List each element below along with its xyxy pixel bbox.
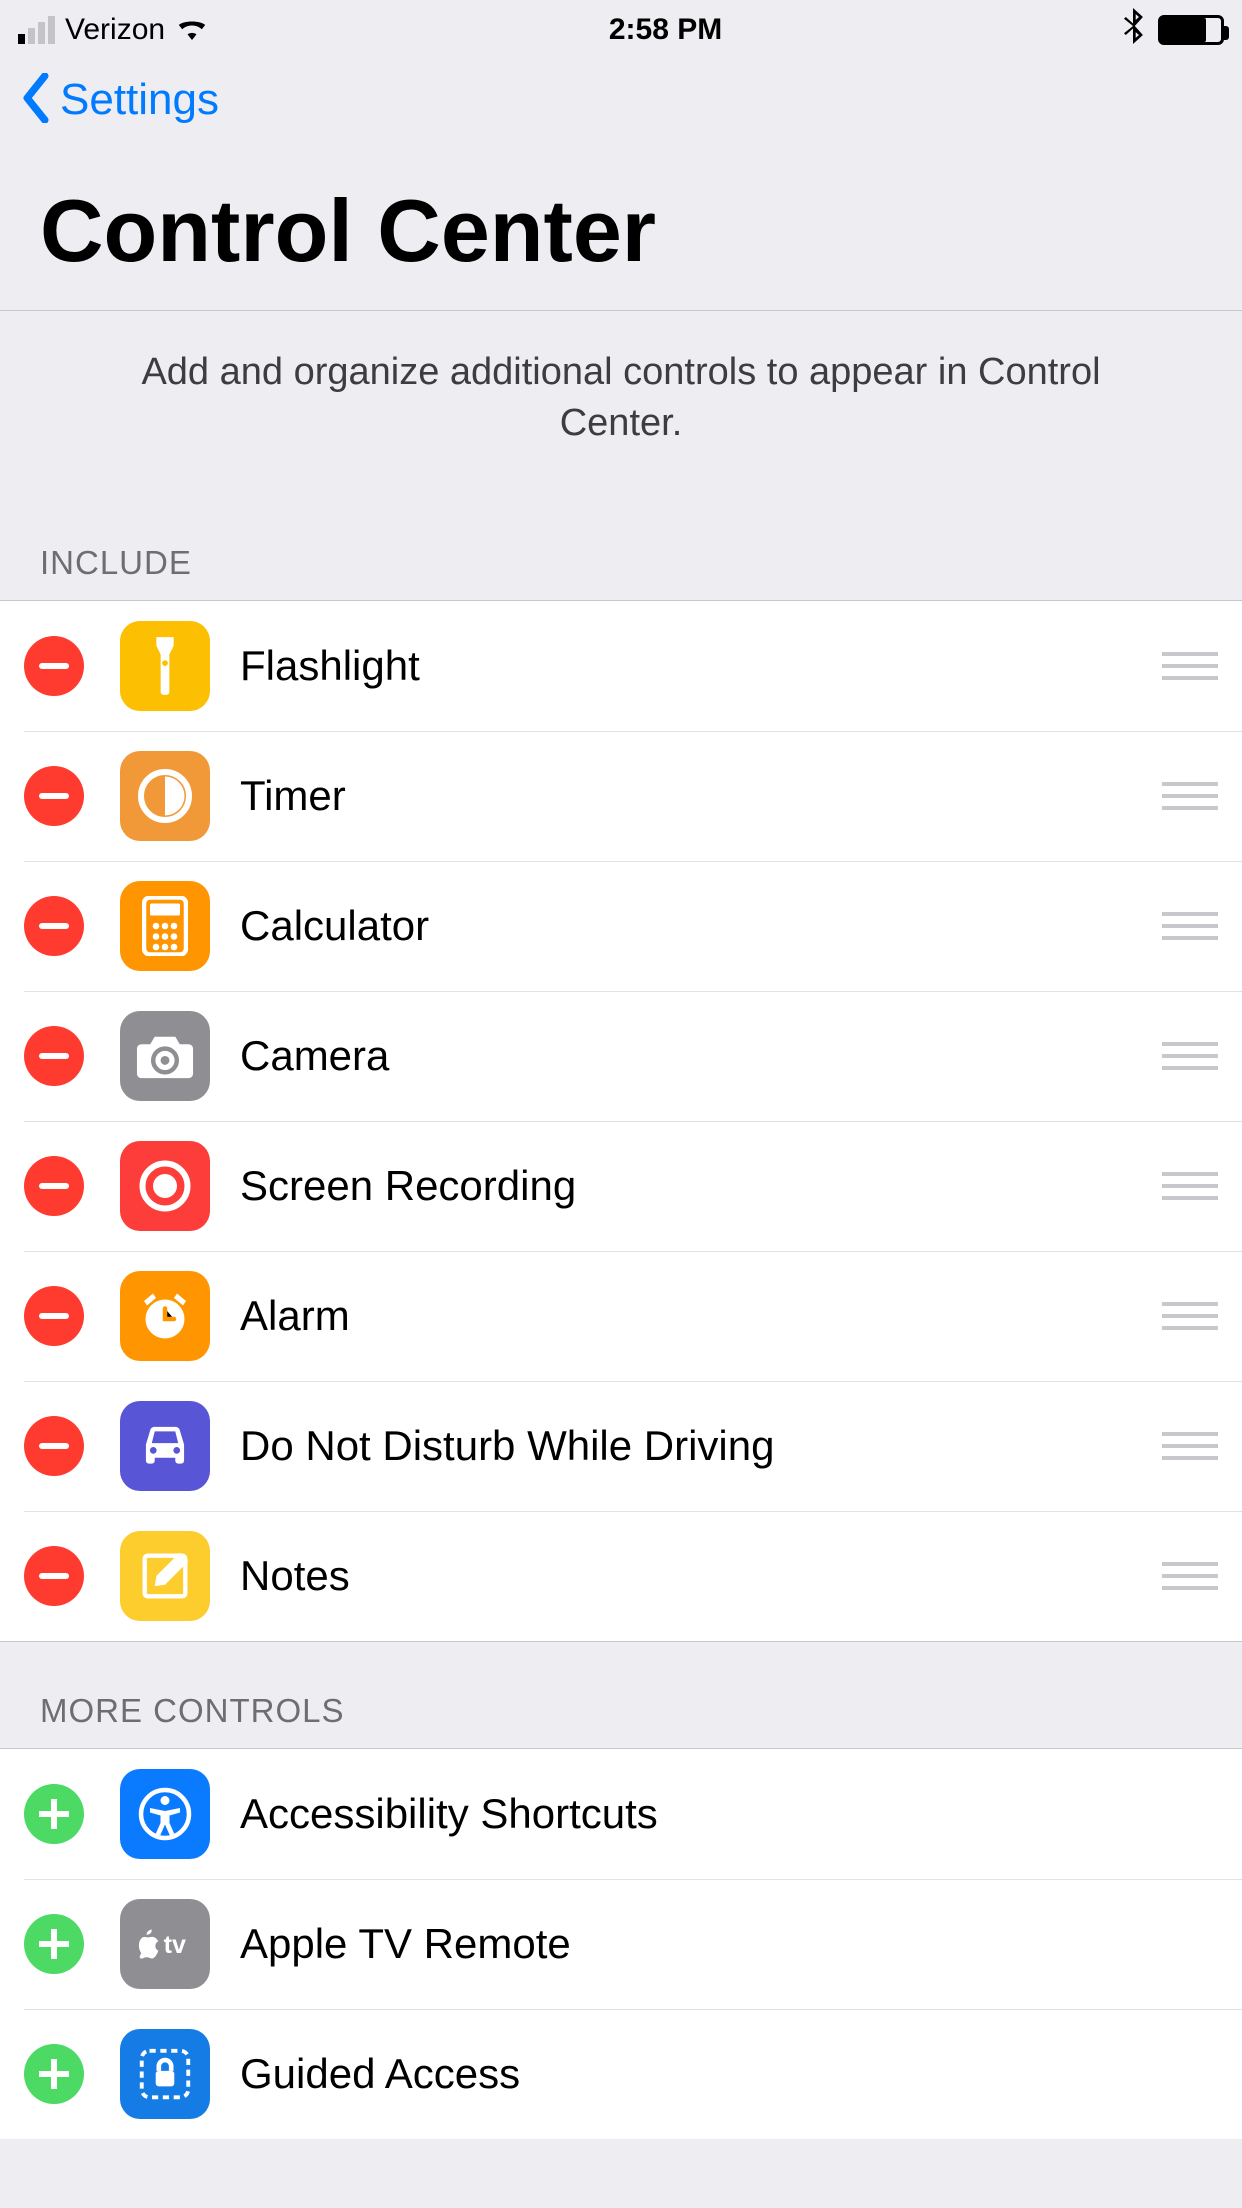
battery-icon: [1158, 15, 1224, 45]
reorder-handle-icon[interactable]: [1162, 1042, 1218, 1070]
row-label: Guided Access: [240, 2050, 1218, 2098]
list-item-alarm: Alarm: [0, 1251, 1242, 1381]
page-title: Control Center: [0, 140, 1242, 310]
bluetooth-icon: [1122, 8, 1144, 52]
include-list: Flashlight Timer Calculator Camera: [0, 600, 1242, 1642]
remove-button[interactable]: [24, 766, 84, 826]
row-label: Do Not Disturb While Driving: [240, 1422, 1142, 1470]
list-item-camera: Camera: [0, 991, 1242, 1121]
guided-access-icon: [120, 2029, 210, 2119]
chevron-left-icon: [16, 73, 56, 128]
remove-button[interactable]: [24, 636, 84, 696]
list-item-accessibility-shortcuts: Accessibility Shortcuts: [0, 1749, 1242, 1879]
camera-icon: [120, 1011, 210, 1101]
more-controls-list: Accessibility Shortcuts tv Apple TV Remo…: [0, 1748, 1242, 2139]
list-item-apple-tv-remote: tv Apple TV Remote: [0, 1879, 1242, 2009]
section-header-include: Include: [0, 544, 1242, 600]
signal-bars-icon: [18, 16, 55, 44]
remove-button[interactable]: [24, 896, 84, 956]
list-item-screen-recording: Screen Recording: [0, 1121, 1242, 1251]
remove-button[interactable]: [24, 1286, 84, 1346]
reorder-handle-icon[interactable]: [1162, 1172, 1218, 1200]
add-button[interactable]: [24, 1784, 84, 1844]
list-item-calculator: Calculator: [0, 861, 1242, 991]
screen-recording-icon: [120, 1141, 210, 1231]
reorder-handle-icon[interactable]: [1162, 1302, 1218, 1330]
list-item-flashlight: Flashlight: [0, 601, 1242, 731]
row-label: Alarm: [240, 1292, 1142, 1340]
section-header-more: More Controls: [0, 1692, 1242, 1748]
reorder-handle-icon[interactable]: [1162, 782, 1218, 810]
add-button[interactable]: [24, 1914, 84, 1974]
row-label: Notes: [240, 1552, 1142, 1600]
list-item-dnd-driving: Do Not Disturb While Driving: [0, 1381, 1242, 1511]
back-label: Settings: [60, 75, 219, 125]
alarm-icon: [120, 1271, 210, 1361]
notes-icon: [120, 1531, 210, 1621]
row-label: Timer: [240, 772, 1142, 820]
accessibility-icon: [120, 1769, 210, 1859]
apple-tv-icon: tv: [120, 1899, 210, 1989]
timer-icon: [120, 751, 210, 841]
reorder-handle-icon[interactable]: [1162, 1432, 1218, 1460]
row-label: Camera: [240, 1032, 1142, 1080]
remove-button[interactable]: [24, 1416, 84, 1476]
remove-button[interactable]: [24, 1156, 84, 1216]
svg-text:tv: tv: [164, 1931, 186, 1959]
row-label: Calculator: [240, 902, 1142, 950]
list-item-notes: Notes: [0, 1511, 1242, 1641]
back-button[interactable]: Settings: [0, 60, 1242, 140]
reorder-handle-icon[interactable]: [1162, 1562, 1218, 1590]
description-text: Add and organize additional controls to …: [0, 311, 1242, 494]
reorder-handle-icon[interactable]: [1162, 912, 1218, 940]
clock-label: 2:58 PM: [609, 13, 722, 47]
list-item-timer: Timer: [0, 731, 1242, 861]
reorder-handle-icon[interactable]: [1162, 652, 1218, 680]
add-button[interactable]: [24, 2044, 84, 2104]
row-label: Screen Recording: [240, 1162, 1142, 1210]
list-item-guided-access: Guided Access: [0, 2009, 1242, 2139]
row-label: Accessibility Shortcuts: [240, 1790, 1218, 1838]
row-label: Flashlight: [240, 642, 1142, 690]
remove-button[interactable]: [24, 1546, 84, 1606]
status-bar: Verizon 2:58 PM: [0, 0, 1242, 60]
wifi-icon: [175, 12, 209, 48]
calculator-icon: [120, 881, 210, 971]
flashlight-icon: [120, 621, 210, 711]
car-icon: [120, 1401, 210, 1491]
row-label: Apple TV Remote: [240, 1920, 1218, 1968]
remove-button[interactable]: [24, 1026, 84, 1086]
carrier-label: Verizon: [65, 13, 165, 47]
